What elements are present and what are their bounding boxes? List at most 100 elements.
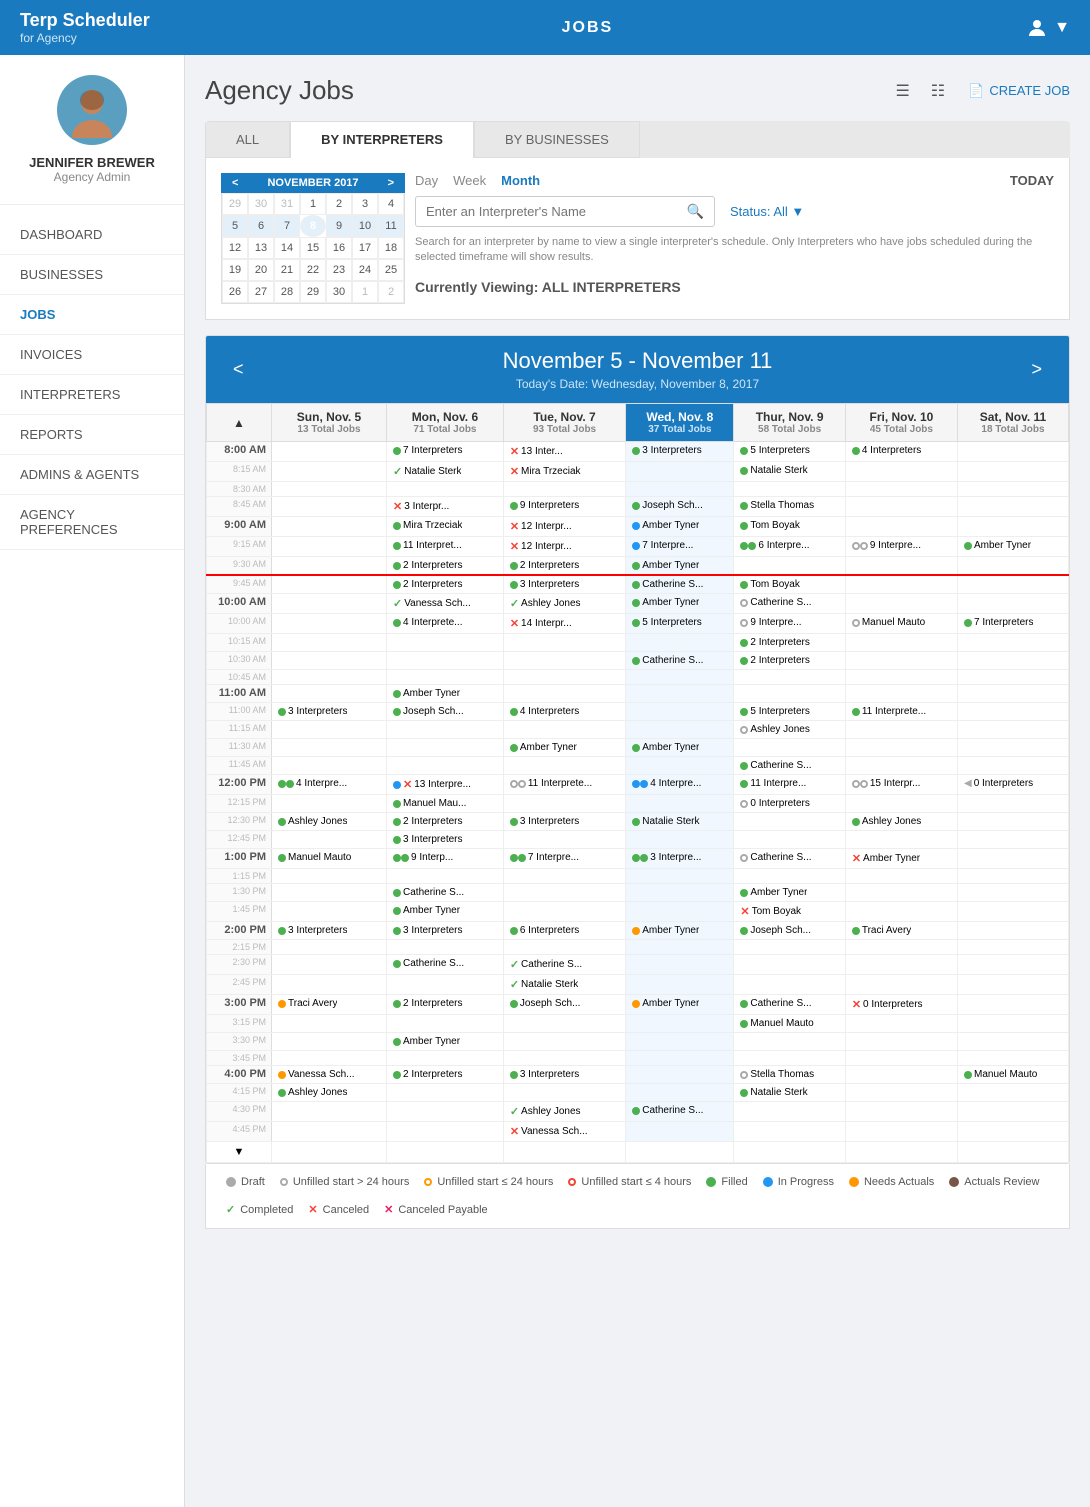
mini-cal-cell[interactable]: 10 bbox=[352, 215, 378, 237]
job-entry[interactable]: 5 Interpreters bbox=[630, 616, 729, 629]
job-entry[interactable]: ✓Natalie Sterk bbox=[508, 977, 621, 992]
job-entry[interactable]: 7 Interpre... bbox=[630, 539, 729, 552]
search-input[interactable] bbox=[426, 204, 687, 219]
job-entry[interactable]: 11 Interpre... bbox=[738, 777, 840, 790]
sidebar-item-interpreters[interactable]: INTERPRETERS bbox=[0, 375, 184, 415]
job-entry[interactable]: Amber Tyner bbox=[630, 559, 729, 572]
mini-cal-cell[interactable]: 31 bbox=[274, 193, 300, 215]
sidebar-item-admins[interactable]: ADMINS & AGENTS bbox=[0, 455, 184, 495]
job-entry[interactable]: Joseph Sch... bbox=[738, 924, 840, 937]
mini-cal-cell[interactable]: 4 bbox=[378, 193, 404, 215]
job-entry[interactable]: 2 Interpreters bbox=[508, 559, 621, 572]
view-week[interactable]: Week bbox=[453, 173, 486, 188]
job-entry[interactable]: Joseph Sch... bbox=[508, 997, 621, 1010]
job-entry[interactable]: ✕Tom Boyak bbox=[738, 904, 840, 919]
job-entry[interactable]: 6 Interpre... bbox=[738, 539, 840, 552]
job-entry[interactable]: Tom Boyak bbox=[738, 519, 840, 532]
job-entry[interactable]: Ashley Jones bbox=[738, 723, 840, 736]
job-entry[interactable]: Amber Tyner bbox=[630, 596, 729, 609]
job-entry[interactable]: 3 Interpreters bbox=[276, 705, 382, 718]
job-entry[interactable]: 4 Interpreters bbox=[508, 705, 621, 718]
job-entry[interactable]: Amber Tyner bbox=[391, 904, 499, 917]
mini-cal-cell[interactable]: 23 bbox=[326, 259, 352, 281]
job-entry[interactable]: 9 Interpre... bbox=[850, 539, 953, 552]
job-entry[interactable]: Stella Thomas bbox=[738, 1068, 840, 1081]
job-entry[interactable]: 9 Interp... bbox=[391, 851, 499, 864]
job-entry[interactable]: 2 Interpreters bbox=[391, 997, 499, 1010]
mini-cal-next[interactable]: > bbox=[385, 177, 397, 189]
mini-cal-cell[interactable]: 20 bbox=[248, 259, 274, 281]
job-entry[interactable]: Natalie Sterk bbox=[738, 1086, 840, 1099]
view-day[interactable]: Day bbox=[415, 173, 438, 188]
list-view-btn[interactable]: ☰ bbox=[887, 76, 917, 106]
job-entry[interactable]: ✕Mira Trzeciak bbox=[508, 464, 621, 479]
job-entry[interactable]: ✕14 Interpr... bbox=[508, 616, 621, 631]
mini-cal-cell[interactable]: 12 bbox=[222, 237, 248, 259]
job-entry[interactable]: Catherine S... bbox=[630, 578, 729, 591]
job-entry[interactable]: Amber Tyner bbox=[630, 924, 729, 937]
job-entry[interactable]: 2 Interpreters bbox=[391, 578, 499, 591]
mini-cal-cell[interactable]: 6 bbox=[248, 215, 274, 237]
job-entry[interactable]: Traci Avery bbox=[850, 924, 953, 937]
job-entry[interactable]: Manuel Mauto bbox=[276, 851, 382, 864]
job-entry[interactable]: ✕Amber Tyner bbox=[850, 851, 953, 866]
job-entry[interactable]: Ashley Jones bbox=[850, 815, 953, 828]
job-entry[interactable]: 0 Interpreters bbox=[738, 797, 840, 810]
job-entry[interactable]: Catherine S... bbox=[630, 1104, 729, 1117]
job-entry[interactable]: 5 Interpreters bbox=[738, 705, 840, 718]
job-entry[interactable]: Stella Thomas bbox=[738, 499, 840, 512]
mini-cal-cell[interactable]: 15 bbox=[300, 237, 326, 259]
mini-cal-cell[interactable]: 1 bbox=[352, 281, 378, 303]
job-entry[interactable]: Catherine S... bbox=[738, 997, 840, 1010]
job-entry[interactable]: Manuel Mauto bbox=[738, 1017, 840, 1030]
job-entry[interactable]: Tom Boyak bbox=[738, 578, 840, 591]
tab-by-businesses[interactable]: BY BUSINESSES bbox=[474, 121, 640, 158]
job-entry[interactable]: ✕13 Inter... bbox=[508, 444, 621, 459]
job-entry[interactable]: ✓Ashley Jones bbox=[508, 596, 621, 611]
job-entry[interactable]: Ashley Jones bbox=[276, 1086, 382, 1099]
job-entry[interactable]: Mira Trzeciak bbox=[391, 519, 499, 532]
mini-cal-cell[interactable]: 25 bbox=[378, 259, 404, 281]
create-job-button[interactable]: 📄 CREATE JOB bbox=[968, 83, 1070, 99]
sidebar-item-dashboard[interactable]: DASHBOARD bbox=[0, 215, 184, 255]
job-entry[interactable]: ✕13 Interpre... bbox=[391, 777, 499, 792]
mini-cal-cell[interactable]: 3 bbox=[352, 193, 378, 215]
job-entry[interactable]: Vanessa Sch... bbox=[276, 1068, 382, 1081]
mini-cal-cell[interactable]: 13 bbox=[248, 237, 274, 259]
mini-cal-cell[interactable]: 2 bbox=[378, 281, 404, 303]
job-entry[interactable]: Manuel Mauto bbox=[962, 1068, 1064, 1081]
job-entry[interactable]: 3 Interpreters bbox=[391, 924, 499, 937]
job-entry[interactable]: ✕12 Interpr... bbox=[508, 519, 621, 534]
mini-cal-cell[interactable]: 30 bbox=[326, 281, 352, 303]
job-entry[interactable]: Amber Tyner bbox=[630, 997, 729, 1010]
job-entry[interactable]: 15 Interpr... bbox=[850, 777, 953, 790]
job-entry[interactable]: 3 Interpreters bbox=[276, 924, 382, 937]
job-entry[interactable]: 6 Interpreters bbox=[508, 924, 621, 937]
job-entry[interactable]: Amber Tyner bbox=[630, 519, 729, 532]
job-entry[interactable]: ✓Natalie Sterk bbox=[391, 464, 499, 479]
job-entry[interactable]: Natalie Sterk bbox=[738, 464, 840, 477]
status-value[interactable]: All ▼ bbox=[773, 204, 804, 219]
job-entry[interactable]: Catherine S... bbox=[391, 886, 499, 899]
job-entry[interactable]: 2 Interpreters bbox=[738, 654, 840, 667]
mini-cal-cell[interactable]: 9 bbox=[326, 215, 352, 237]
job-entry[interactable]: Amber Tyner bbox=[962, 539, 1064, 552]
job-entry[interactable]: Catherine S... bbox=[738, 596, 840, 609]
job-entry[interactable]: Catherine S... bbox=[630, 654, 729, 667]
job-entry[interactable]: 11 Interpret... bbox=[391, 539, 499, 552]
job-entry[interactable]: 7 Interpreters bbox=[391, 444, 499, 457]
job-entry[interactable]: 2 Interpreters bbox=[391, 559, 499, 572]
job-entry[interactable]: Traci Avery bbox=[276, 997, 382, 1010]
job-entry[interactable]: Natalie Sterk bbox=[630, 815, 729, 828]
mini-cal-cell[interactable]: 11 bbox=[378, 215, 404, 237]
job-entry[interactable]: ✕0 Interpreters bbox=[850, 997, 953, 1012]
job-entry[interactable]: 2 Interpreters bbox=[391, 815, 499, 828]
job-entry[interactable]: ◀0 Interpreters bbox=[962, 777, 1064, 790]
mini-cal-cell-today[interactable]: 8 bbox=[300, 215, 326, 237]
mini-cal-cell[interactable]: 19 bbox=[222, 259, 248, 281]
job-entry[interactable]: ✕3 Interpr... bbox=[391, 499, 499, 514]
mini-cal-cell[interactable]: 26 bbox=[222, 281, 248, 303]
user-menu[interactable]: ▼ bbox=[1025, 16, 1070, 40]
job-entry[interactable]: Amber Tyner bbox=[391, 687, 499, 700]
mini-cal-cell[interactable]: 21 bbox=[274, 259, 300, 281]
